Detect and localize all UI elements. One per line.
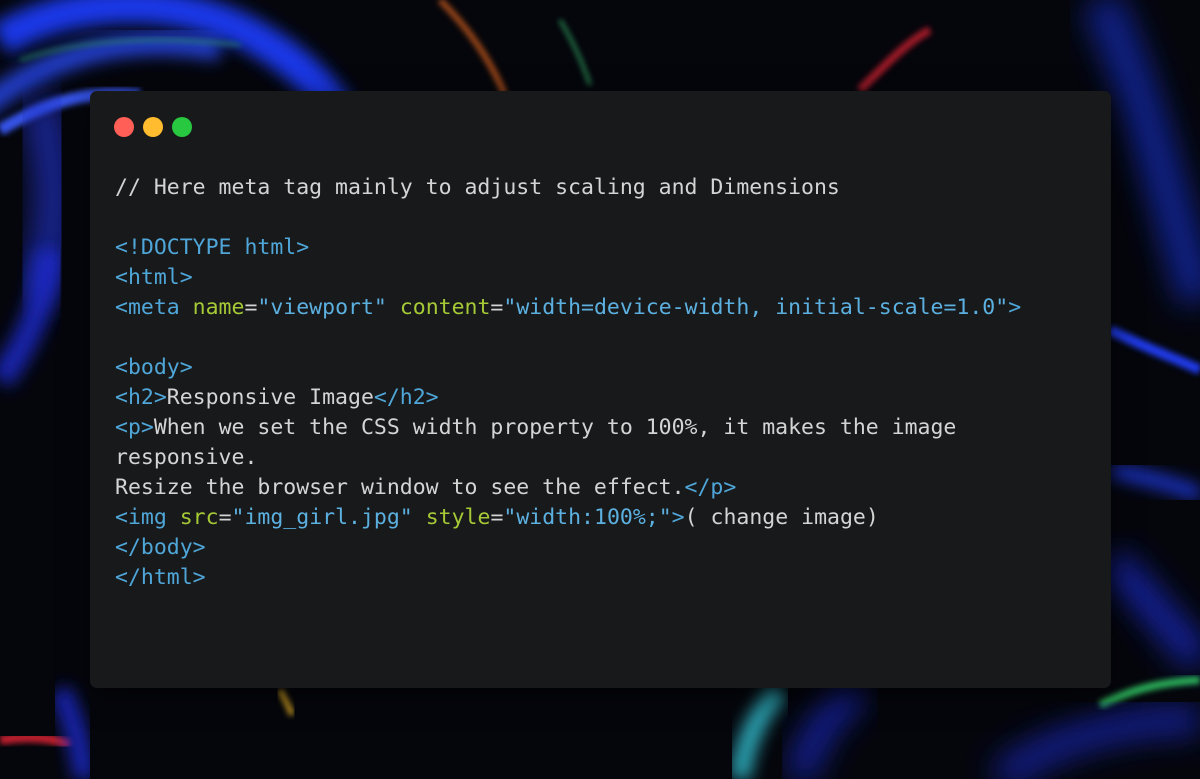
code-attribute: style — [425, 505, 491, 530]
code-tag: <meta — [115, 295, 193, 320]
code-line: <body> — [115, 353, 1095, 383]
code-string: "img_girl.jpg" — [231, 505, 413, 530]
code-string: "viewport" — [257, 295, 387, 320]
code-line: responsive. — [115, 443, 1095, 473]
code-tag: <img — [115, 505, 180, 530]
code-text: ( change image) — [684, 505, 879, 530]
code-tag: <p> — [115, 415, 154, 440]
code-line: <html> — [115, 263, 1095, 293]
window-controls — [114, 117, 192, 137]
code-text: Resize the browser window to see the eff… — [115, 475, 685, 500]
minimize-dot-icon[interactable] — [143, 117, 163, 137]
code-attribute: name — [192, 295, 245, 320]
code-attribute: src — [179, 505, 219, 530]
code-text: = — [244, 295, 258, 320]
code-text: Responsive Image — [166, 385, 374, 410]
code-tag: > — [671, 505, 685, 530]
code-line: <!DOCTYPE html> — [115, 233, 1095, 263]
code-tag: <body> — [115, 355, 193, 380]
code-string: "width:100%;" — [503, 505, 672, 530]
code-line: <p>When we set the CSS width property to… — [115, 413, 1095, 443]
code-line: </html> — [115, 563, 1095, 593]
maximize-dot-icon[interactable] — [172, 117, 192, 137]
code-tag: <html> — [115, 265, 193, 290]
code-text: = — [490, 505, 504, 530]
code-window: // Here meta tag mainly to adjust scalin… — [90, 91, 1111, 688]
code-tag: > — [1008, 295, 1022, 320]
code-tag: </html> — [115, 565, 206, 590]
code-block: // Here meta tag mainly to adjust scalin… — [115, 173, 1095, 593]
code-tag: </body> — [115, 535, 206, 560]
code-tag: <h2> — [115, 385, 167, 410]
code-line: </body> — [115, 533, 1095, 563]
code-comment: // Here meta tag mainly to adjust scalin… — [115, 175, 840, 200]
code-text: = — [218, 505, 232, 530]
code-text: When we set the CSS width property to 10… — [153, 415, 957, 440]
code-string: "width=device-width, initial-scale=1.0" — [503, 295, 1009, 320]
code-attribute: content — [399, 295, 491, 320]
code-text: = — [490, 295, 504, 320]
code-line: <meta name="viewport" content="width=dev… — [115, 293, 1095, 323]
code-text: responsive. — [115, 445, 258, 470]
close-dot-icon[interactable] — [114, 117, 134, 137]
code-tag: </p> — [684, 475, 737, 500]
code-line: // Here meta tag mainly to adjust scalin… — [115, 173, 1095, 203]
code-line: Resize the browser window to see the eff… — [115, 473, 1095, 503]
code-tag: </h2> — [373, 385, 439, 410]
code-tag: <!DOCTYPE html> — [115, 235, 310, 260]
code-line: <img src="img_girl.jpg" style="width:100… — [115, 503, 1095, 533]
code-line: <h2>Responsive Image</h2> — [115, 383, 1095, 413]
